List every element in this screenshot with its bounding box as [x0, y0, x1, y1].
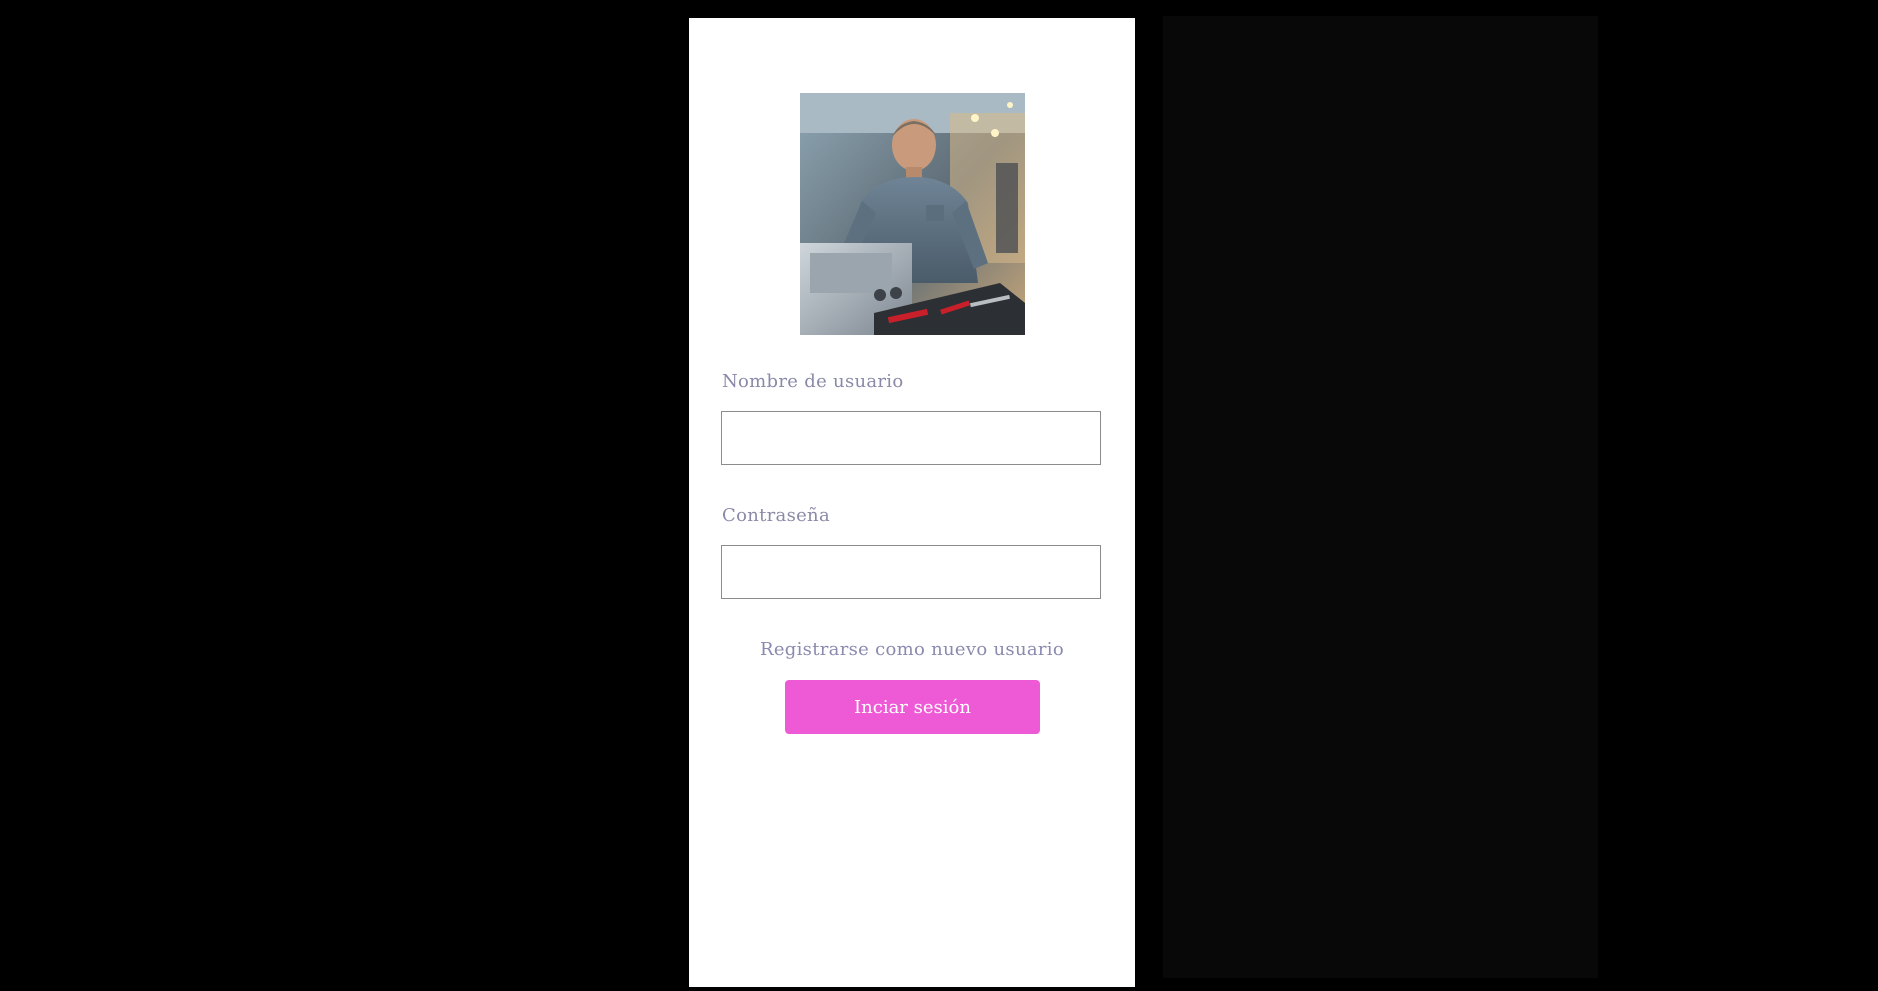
- username-label: Nombre de usuario: [722, 371, 904, 392]
- username-input[interactable]: [721, 411, 1101, 465]
- password-label: Contraseña: [722, 505, 830, 526]
- login-button[interactable]: Inciar sesión: [785, 680, 1040, 734]
- login-screen: Nombre de usuario Contraseña Registrarse…: [689, 18, 1135, 987]
- register-link[interactable]: Registrarse como nuevo usuario: [689, 639, 1135, 660]
- side-panel: [1163, 16, 1598, 978]
- technician-photo-icon: [800, 93, 1025, 335]
- password-input[interactable]: [721, 545, 1101, 599]
- screen: Nombre de usuario Contraseña Registrarse…: [0, 0, 1878, 991]
